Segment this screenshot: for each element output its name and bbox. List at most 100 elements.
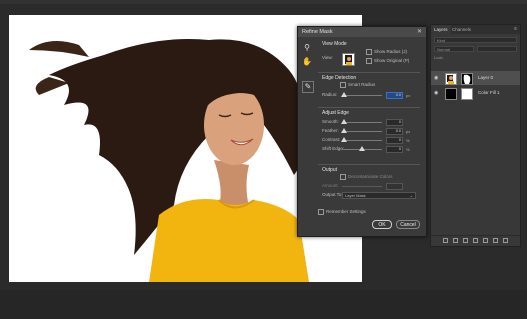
show-original-checkbox[interactable]: Show Original (P) [366,58,409,65]
layers-panel-footer [431,235,520,246]
radius-unit: px [406,93,411,98]
close-icon[interactable]: ✕ [417,27,422,37]
new-layer-icon[interactable] [493,238,498,243]
layer-thumbnail [445,73,457,85]
shift-edge-unit: % [406,147,410,152]
adjust-edge-heading: Adjust Edge [322,110,349,116]
layer-row[interactable]: ◉ Color Fill 1 [431,86,520,100]
refine-mask-dialog: Refine Mask ✕ ⚲ ✋ ✎ View Mode View: Show… [297,26,427,237]
decontaminate-label: Decontaminate Colors [348,174,393,180]
layer-row[interactable]: ◉ Layer 0 [431,71,520,85]
view-mode-section: View Mode View: Show Radius (J) Show Ori… [318,39,420,69]
output-to-label: Output To: [322,192,343,197]
delete-layer-icon[interactable] [503,238,508,243]
remember-settings-label: Remember Settings [326,209,366,215]
contrast-label: Contrast: [322,137,341,142]
decontaminate-box [340,174,346,180]
remember-settings-checkbox[interactable]: Remember Settings [318,209,366,216]
feather-slider-track[interactable] [342,131,382,132]
edge-detection-section: Edge Detection Smart Radius Radius: 0.0 … [318,72,420,102]
layer-mask-thumbnail[interactable] [461,88,473,100]
show-original-label: Show Original (P) [374,58,410,64]
layer-thumb-image [447,75,454,84]
radius-row: Radius: 0.0 px [322,92,420,99]
feather-label: Feather: [322,128,339,133]
contrast-slider-track[interactable] [342,140,382,141]
shift-edge-slider-thumb[interactable] [359,146,365,151]
smooth-slider-thumb[interactable] [341,119,347,124]
smooth-label: Smooth: [322,119,339,124]
blend-mode-value: Normal [437,47,450,52]
amount-slider-track[interactable] [342,186,382,187]
refine-radius-brush-icon[interactable]: ✎ [302,81,314,93]
feather-unit: px [406,129,411,134]
layers-panel: Layers Channels ≡ Kind Normal Lock: ◉ La… [430,24,521,247]
adjust-edge-section: Adjust Edge Smooth: 0 Feather: 0.0 px Co… [318,107,420,159]
smart-radius-label: Smart Radius [348,82,376,88]
amount-row: Amount: [322,183,420,190]
layer-filter-kind[interactable]: Kind [434,37,517,43]
lock-label: Lock: [434,55,444,60]
adjustment-layer-icon[interactable] [473,238,478,243]
show-radius-label: Show Radius (J) [374,49,408,55]
ok-button[interactable]: OK [372,220,392,229]
contrast-unit: % [406,138,410,143]
add-mask-icon[interactable] [463,238,468,243]
output-to-value: Layer Mask [345,193,366,198]
show-original-box [366,58,372,64]
radius-label: Radius: [322,92,338,97]
view-mode-thumbnail[interactable] [342,53,355,66]
amount-value-field[interactable] [386,183,403,190]
output-to-select[interactable]: Layer Mask ⌄ [342,192,416,199]
link-layers-icon[interactable] [443,238,448,243]
decontaminate-checkbox[interactable]: Decontaminate Colors [340,174,393,181]
panel-menu-icon[interactable]: ≡ [514,26,517,32]
status-area [0,290,527,319]
view-mode-heading: View Mode [322,41,347,47]
blend-mode-select[interactable]: Normal [434,46,474,52]
dialog-toolbar: ⚲ ✋ ✎ [302,43,316,97]
tab-layers[interactable]: Layers [431,25,451,34]
contrast-row: Contrast: 0 % [322,137,420,144]
radius-slider-thumb[interactable] [341,92,347,97]
fill-color-swatch[interactable] [445,88,457,100]
dialog-title: Refine Mask [302,29,333,35]
shift-edge-label: Shift Edge: [322,146,345,151]
feather-row: Feather: 0.0 px [322,128,420,135]
amount-label: Amount: [322,183,339,188]
zoom-tool-icon[interactable]: ⚲ [302,43,312,53]
view-thumb-image [345,55,352,65]
options-bar [0,0,527,4]
output-to-row: Output To: Layer Mask ⌄ [322,192,420,199]
opacity-field[interactable] [477,46,517,52]
radius-slider-track[interactable] [342,95,382,96]
layer-name: Layer 0 [478,75,494,80]
smart-radius-checkbox[interactable]: Smart Radius [340,82,375,89]
remember-settings-box [318,209,324,215]
dialog-title-bar[interactable]: Refine Mask ✕ [298,27,426,37]
show-radius-checkbox[interactable]: Show Radius (J) [366,49,407,56]
layer-style-icon[interactable] [453,238,458,243]
feather-slider-thumb[interactable] [341,128,347,133]
shift-edge-value-field[interactable]: 0 [386,146,403,153]
layer-mask-thumbnail[interactable] [461,73,473,85]
panel-tab-bar: Layers Channels ≡ [431,25,520,34]
smooth-slider-track[interactable] [342,122,382,123]
radius-value-field[interactable]: 0.0 [386,92,403,99]
eye-icon[interactable]: ◉ [434,86,438,100]
contrast-value-field[interactable]: 0 [386,137,403,144]
tab-channels[interactable]: Channels [449,25,474,34]
layer-name: Color Fill 1 [478,90,500,95]
edge-detection-heading: Edge Detection [322,75,357,81]
view-label: View: [322,55,333,60]
smooth-row: Smooth: 0 [322,119,420,126]
hand-tool-icon[interactable]: ✋ [302,57,312,67]
eye-icon[interactable]: ◉ [434,71,438,85]
smooth-value-field[interactable]: 0 [386,119,403,126]
new-group-icon[interactable] [483,238,488,243]
mask-thumb-image [463,74,471,84]
feather-value-field[interactable]: 0.0 [386,128,403,135]
contrast-slider-thumb[interactable] [341,137,347,142]
cancel-button[interactable]: Cancel [396,220,420,229]
output-heading: Output [322,167,338,173]
